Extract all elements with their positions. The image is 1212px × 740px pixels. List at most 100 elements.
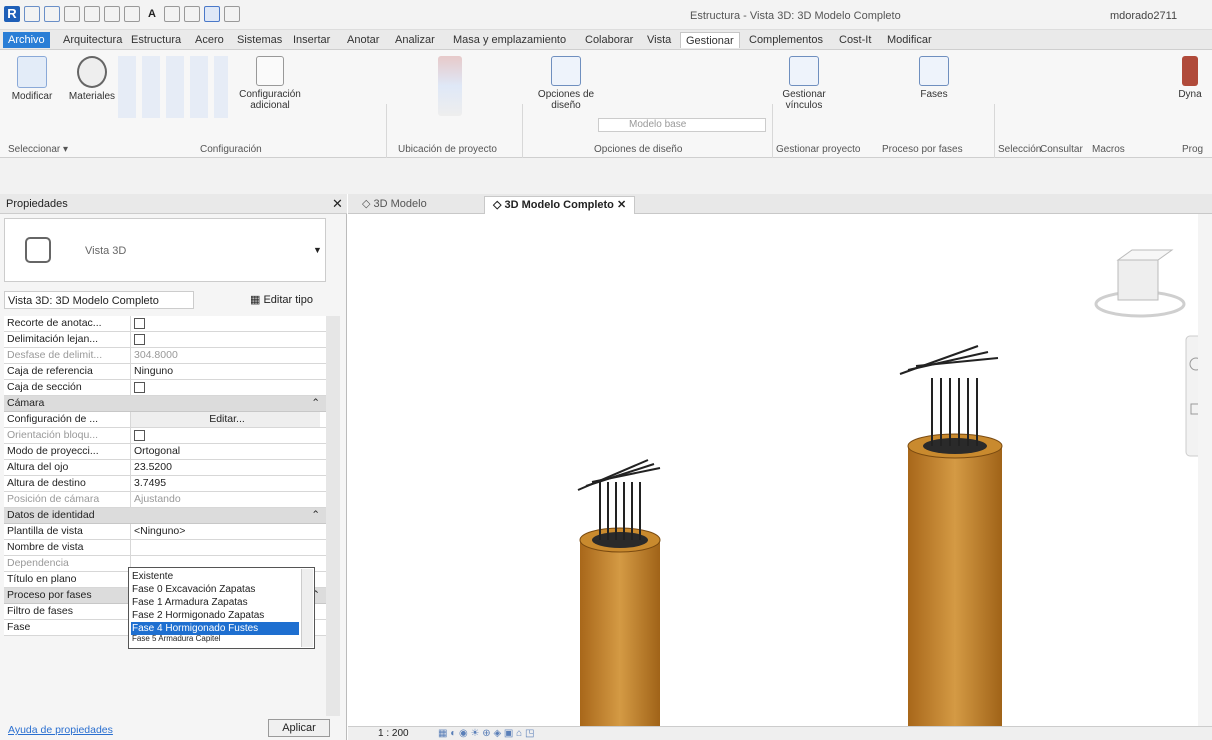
- tab-anotar[interactable]: Anotar: [342, 32, 384, 48]
- property-value[interactable]: Ninguno: [130, 364, 320, 379]
- revit-logo-icon[interactable]: R: [4, 6, 20, 22]
- type-selector[interactable]: Vista 3D ▼: [4, 218, 326, 282]
- property-value[interactable]: [130, 316, 320, 331]
- tab-estructura[interactable]: Estructura: [126, 32, 186, 48]
- property-section-header[interactable]: Cámara ⌃: [4, 396, 326, 412]
- collapse-icon[interactable]: ⌃: [311, 396, 320, 411]
- dropdown-option-selected[interactable]: Fase 4 Hormigonado Fustes: [131, 622, 299, 635]
- property-row[interactable]: Delimitación lejan...: [4, 332, 326, 348]
- open-icon[interactable]: [24, 6, 40, 22]
- dynamo-button[interactable]: Dyna: [1170, 56, 1210, 100]
- text-icon[interactable]: A: [144, 6, 160, 22]
- switch-windows-icon[interactable]: [224, 6, 240, 22]
- section-icon[interactable]: [184, 6, 200, 22]
- checkbox[interactable]: [134, 430, 145, 442]
- property-section-header[interactable]: Datos de identidad ⌃: [4, 508, 326, 524]
- tab-gestionar[interactable]: Gestionar: [680, 32, 740, 48]
- manage-links-button[interactable]: Gestionar vínculos: [780, 56, 828, 111]
- materials-button[interactable]: Materiales: [68, 56, 116, 102]
- dropdown-option[interactable]: Existente: [131, 570, 299, 583]
- property-value[interactable]: [130, 540, 320, 555]
- property-row[interactable]: Posición de cámara Ajustando: [4, 492, 326, 508]
- apply-button[interactable]: Aplicar: [268, 719, 330, 737]
- property-row[interactable]: Nombre de vista: [4, 540, 326, 556]
- column-left[interactable]: [577, 459, 661, 726]
- close-icon[interactable]: ✕: [332, 196, 343, 212]
- property-row[interactable]: Configuración de ... Editar...: [4, 412, 326, 428]
- dropdown-option[interactable]: Fase 5 Armadura Capitel: [131, 635, 299, 643]
- dropdown-option[interactable]: Fase 1 Armadura Zapatas: [131, 596, 299, 609]
- modify-button[interactable]: Modificar: [6, 56, 58, 102]
- help-link[interactable]: Ayuda de propiedades: [8, 724, 113, 736]
- checkbox[interactable]: [134, 382, 145, 394]
- section-title: Cámara: [7, 397, 45, 409]
- 3d-view-icon[interactable]: [164, 6, 180, 22]
- design-options-button[interactable]: Opciones de diseño: [536, 56, 596, 111]
- select-dropdown[interactable]: Seleccionar ▾: [8, 144, 68, 155]
- property-value[interactable]: 3.7495: [130, 476, 320, 491]
- property-row[interactable]: Altura del ojo 23.5200: [4, 460, 326, 476]
- view-cube-icon[interactable]: [1094, 249, 1186, 318]
- dropdown-scrollbar[interactable]: [301, 569, 313, 647]
- tab-cost-it[interactable]: Cost-It: [834, 32, 876, 48]
- edit-type-button[interactable]: ▦ Editar tipo: [250, 291, 313, 309]
- property-row[interactable]: Caja de sección: [4, 380, 326, 396]
- property-row[interactable]: Modo de proyecci... Ortogonal: [4, 444, 326, 460]
- close-tab-icon[interactable]: ✕: [617, 199, 626, 211]
- property-value[interactable]: 23.5200: [130, 460, 320, 475]
- tab-3d-modelo[interactable]: ◇ 3D Modelo: [354, 196, 435, 214]
- instance-selector[interactable]: Vista 3D: 3D Modelo Completo: [4, 291, 194, 309]
- property-row[interactable]: Desfase de delimit... 304.8000: [4, 348, 326, 364]
- checkbox[interactable]: [134, 334, 145, 346]
- checkbox[interactable]: [134, 318, 145, 330]
- print-icon[interactable]: [104, 6, 120, 22]
- property-value[interactable]: Ajustando: [130, 492, 320, 507]
- 3d-viewport[interactable]: [348, 214, 1212, 726]
- redo-icon[interactable]: [84, 6, 100, 22]
- tab-complementos[interactable]: Complementos: [744, 32, 828, 48]
- property-value[interactable]: <Ninguno>: [130, 524, 320, 539]
- undo-icon[interactable]: [64, 6, 80, 22]
- edit-camera-button[interactable]: Editar...: [130, 412, 320, 427]
- tab-masa[interactable]: Masa y emplazamiento: [448, 32, 571, 48]
- property-row[interactable]: Altura de destino 3.7495: [4, 476, 326, 492]
- additional-settings-button[interactable]: Configuración adicional: [238, 56, 302, 111]
- view-controls-icons[interactable]: ▦ ◐ ◉ ☀ ⊕ ◈ ▣ ⌂ ◳: [438, 728, 534, 739]
- thin-lines-icon[interactable]: [204, 6, 220, 22]
- tab-insertar[interactable]: Insertar: [288, 32, 335, 48]
- property-value[interactable]: Ortogonal: [130, 444, 320, 459]
- dropdown-option[interactable]: Fase 2 Hormigonado Zapatas: [131, 609, 299, 622]
- viewport-scrollbar[interactable]: [1198, 214, 1212, 726]
- user-name[interactable]: mdorado2711: [1110, 10, 1177, 22]
- tab-colaborar[interactable]: Colaborar: [580, 32, 638, 48]
- phases-button[interactable]: Fases: [914, 56, 954, 100]
- properties-scrollbar[interactable]: [326, 316, 340, 716]
- tab-label: 3D Modelo: [373, 198, 427, 210]
- property-value[interactable]: [130, 428, 320, 443]
- tab-3d-modelo-completo[interactable]: ◇ 3D Modelo Completo ✕: [484, 196, 636, 214]
- property-row[interactable]: Caja de referencia Ninguno: [4, 364, 326, 380]
- property-value[interactable]: [130, 332, 320, 347]
- location-buttons[interactable]: [420, 56, 480, 119]
- property-row[interactable]: Recorte de anotac...: [4, 316, 326, 332]
- collapse-icon[interactable]: ⌃: [311, 508, 320, 523]
- property-value[interactable]: 304.8000: [130, 348, 320, 363]
- tab-arquitectura[interactable]: Arquitectura: [58, 32, 127, 48]
- tab-acero[interactable]: Acero: [190, 32, 229, 48]
- scale-label[interactable]: 1 : 200: [378, 728, 409, 739]
- tab-modificar[interactable]: Modificar: [882, 32, 937, 48]
- tab-sistemas[interactable]: Sistemas: [232, 32, 287, 48]
- property-row[interactable]: Plantilla de vista <Ninguno>: [4, 524, 326, 540]
- main-model-select[interactable]: Modelo base: [598, 118, 766, 132]
- phase-dropdown-list[interactable]: Existente Fase 0 Excavación Zapatas Fase…: [128, 567, 315, 649]
- tab-archivo[interactable]: Archivo: [3, 32, 50, 48]
- settings-icons-grid[interactable]: [118, 56, 228, 118]
- measure-icon[interactable]: [124, 6, 140, 22]
- tab-vista[interactable]: Vista: [642, 32, 676, 48]
- property-row[interactable]: Orientación bloqu...: [4, 428, 326, 444]
- dropdown-option[interactable]: Fase 0 Excavación Zapatas: [131, 583, 299, 596]
- property-value[interactable]: [130, 380, 320, 395]
- save-icon[interactable]: [44, 6, 60, 22]
- column-right[interactable]: [899, 345, 1003, 726]
- tab-analizar[interactable]: Analizar: [390, 32, 440, 48]
